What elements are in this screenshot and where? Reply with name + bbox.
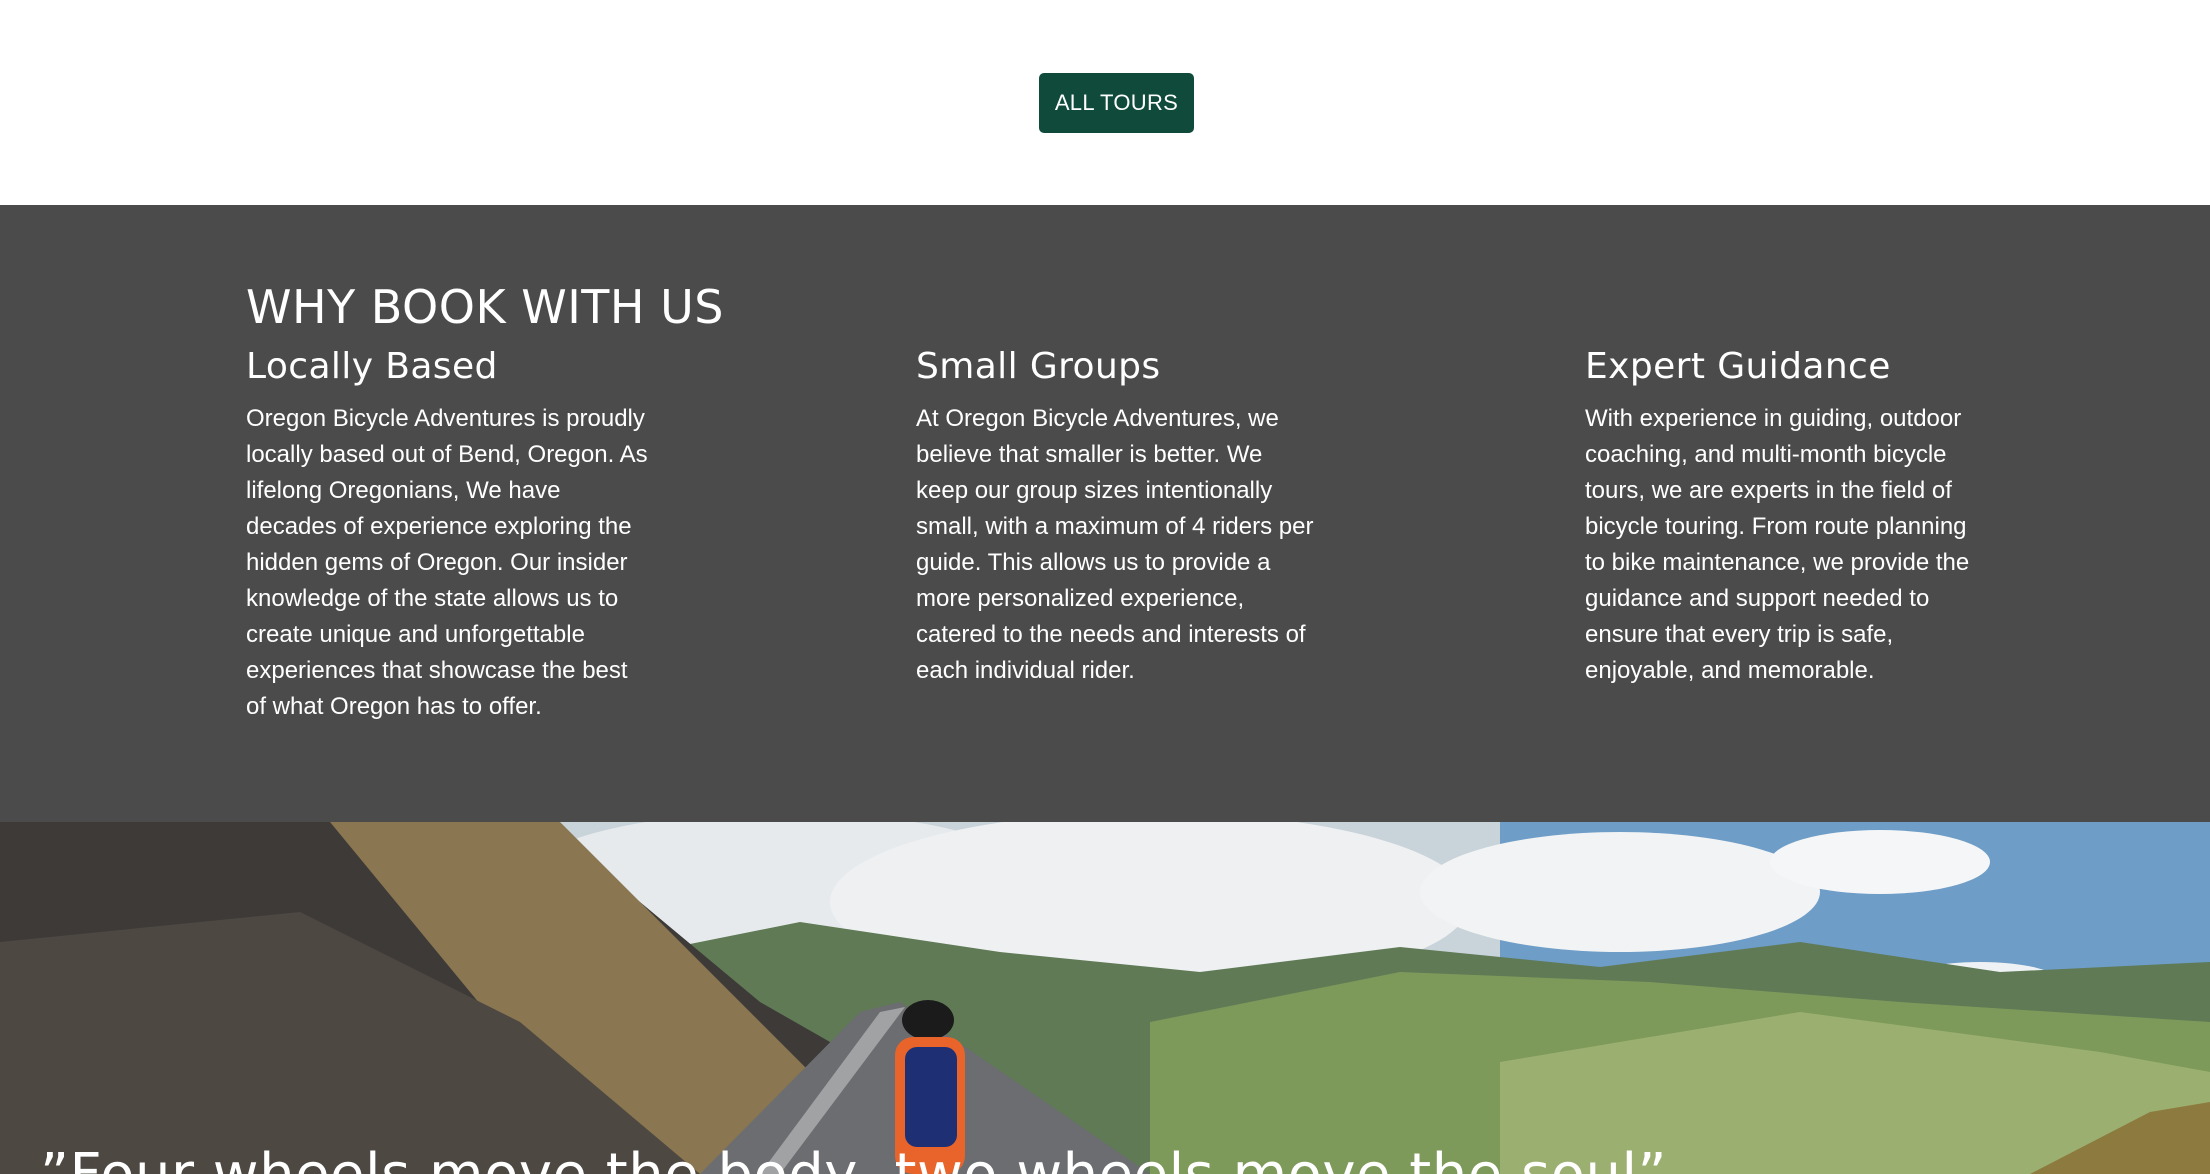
feature-text: Oregon Bicycle Adventures is proudly loc… <box>246 405 648 720</box>
hero-banner: ”Four wheels move the body, two wheels m… <box>0 822 2210 1174</box>
feature-text: At Oregon Bicycle Adventures, we believe… <box>916 405 1314 684</box>
feature-title: Locally Based <box>246 346 498 387</box>
feature-title: Small Groups <box>916 346 1161 387</box>
all-tours-button[interactable]: ALL TOURS <box>1039 73 1194 133</box>
why-book-title: WHY BOOK WITH US <box>246 280 724 334</box>
feature-small-groups: Small Groups At Oregon Bicycle Adventure… <box>916 345 1336 689</box>
hero-landscape-image <box>0 822 2210 1174</box>
feature-title: Expert Guidance <box>1585 346 1891 387</box>
top-section: ALL TOURS <box>0 0 2210 205</box>
feature-text: With experience in guiding, outdoor coac… <box>1585 405 1970 684</box>
feature-locally-based: Locally Based Oregon Bicycle Adventures … <box>246 345 666 725</box>
hero-quote: ”Four wheels move the body, two wheels m… <box>40 1142 1667 1174</box>
feature-expert-guidance: Expert Guidance With experience in guidi… <box>1585 345 2005 689</box>
why-book-section: WHY BOOK WITH US Locally Based Oregon Bi… <box>0 205 2210 822</box>
